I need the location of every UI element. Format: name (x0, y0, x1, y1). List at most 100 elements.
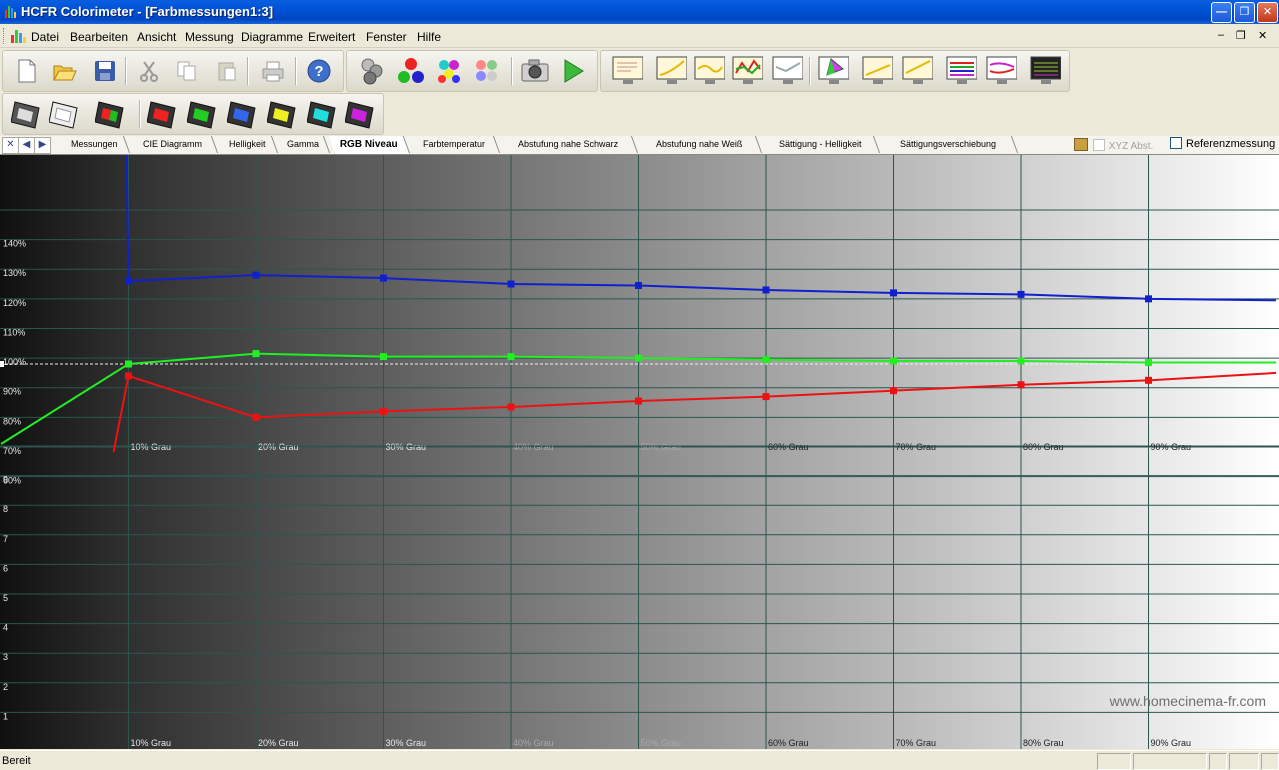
gamma-view-icon[interactable] (693, 55, 725, 87)
menu-datei[interactable]: Datei (31, 30, 59, 44)
blue-series-point (635, 281, 642, 289)
red-series-point (1017, 381, 1025, 389)
open-folder-icon[interactable] (49, 55, 81, 87)
green-series-point (890, 357, 897, 365)
menu-hilfe[interactable]: Hilfe (417, 30, 441, 44)
new-file-icon[interactable] (11, 55, 43, 87)
toolbar-separator (511, 57, 513, 85)
monitor-view-icon[interactable] (1029, 55, 1061, 87)
reference-marker (0, 361, 4, 368)
tab-cie-diagramm[interactable]: CIE Diagramm (128, 136, 219, 153)
tab-abstufung-nahe-weiss[interactable]: Abstufung nahe Weiß (636, 136, 763, 153)
green-series-point (635, 354, 642, 362)
measure-secondaries-icon[interactable] (433, 55, 465, 87)
film-white-icon[interactable] (49, 98, 81, 130)
y-tick-label: 70% (3, 446, 21, 456)
mdi-restore-button[interactable]: ❐ (1236, 29, 1246, 42)
measure-all-icon[interactable] (471, 55, 503, 87)
menu-erweitert[interactable]: Erweitert (308, 30, 355, 44)
xyz-abst-toggle[interactable]: XYZ Abst. (1074, 138, 1153, 152)
document-icon[interactable] (11, 29, 26, 43)
mdi-minimize-button[interactable]: – (1218, 29, 1224, 41)
tab-saettigungsverschiebung[interactable]: Sättigungsverschiebung (878, 136, 1019, 153)
mdi-close-button[interactable]: ✕ (1258, 29, 1267, 42)
y-tick-label: 7 (3, 534, 8, 544)
blue-series-point (380, 274, 387, 282)
view-tab-bar: ✕ ◀ ▶ Messungen CIE Diagramm Helligkeit … (0, 136, 1279, 155)
cie-view-icon[interactable] (817, 55, 849, 87)
film-green-icon[interactable] (187, 98, 219, 130)
rgb-levels-view-icon[interactable] (731, 55, 763, 87)
print-icon[interactable] (257, 55, 289, 87)
x-tick-label: 50% Grau (641, 442, 682, 452)
status-pane (1097, 753, 1131, 770)
reference-toggle[interactable]: Referenzmessung (1170, 137, 1275, 150)
tab-next-icon[interactable]: ▶ (34, 137, 51, 154)
tab-saettigung-helligkeit[interactable]: Sättigung - Helligkeit (760, 136, 881, 153)
copy-icon[interactable] (171, 55, 203, 87)
measure-grey-icon[interactable] (357, 55, 389, 87)
play-icon[interactable] (557, 55, 589, 87)
saturation-view-icon[interactable] (945, 55, 977, 87)
x-tick-label: 90% Grau (1151, 738, 1192, 748)
tab-abstufung-nahe-schwarz[interactable]: Abstufung nahe Schwarz (498, 136, 639, 153)
close-button[interactable]: ✕ (1257, 2, 1278, 23)
xyz-abst-checkbox[interactable] (1092, 139, 1105, 151)
menu-grip (3, 28, 7, 44)
status-bar: Bereit (0, 750, 1279, 770)
cut-icon[interactable] (133, 55, 165, 87)
red-series-point (507, 403, 515, 411)
camera-icon[interactable] (519, 55, 551, 87)
y-tick-label: 9 (3, 475, 8, 485)
luminance-view-icon[interactable] (655, 55, 687, 87)
film-red-icon[interactable] (147, 98, 179, 130)
reference-checkbox[interactable] (1170, 137, 1182, 149)
film-blue-icon[interactable] (227, 98, 259, 130)
blue-series-point (507, 280, 515, 288)
green-series-point (125, 360, 132, 368)
menu-ansicht[interactable]: Ansicht (137, 30, 176, 44)
near-white-view-icon[interactable] (901, 55, 933, 87)
x-tick-label: 60% Grau (768, 738, 809, 748)
film-magenta-icon[interactable] (345, 98, 377, 130)
film-yellow-icon[interactable] (267, 98, 299, 130)
data-view-icon[interactable] (611, 55, 643, 87)
green-series-point (252, 350, 260, 358)
status-text: Bereit (2, 755, 31, 767)
y-tick-label: 5 (3, 593, 8, 603)
paste-icon[interactable] (211, 55, 243, 87)
menu-diagramme[interactable]: Diagramme (241, 30, 303, 44)
tab-helligkeit[interactable]: Helligkeit (216, 136, 279, 153)
y-tick-label: 110% (3, 327, 25, 337)
temperature-view-icon[interactable] (771, 55, 803, 87)
film-rgb-icon[interactable] (95, 98, 127, 130)
minimize-button[interactable]: — (1211, 2, 1232, 23)
film-grey-icon[interactable] (11, 98, 43, 130)
saturation-shift-view-icon[interactable] (985, 55, 1017, 87)
x-tick-label: 30% Grau (386, 442, 427, 452)
menu-bearbeiten[interactable]: Bearbeiten (70, 30, 128, 44)
svg-text:?: ? (314, 63, 323, 80)
tab-gamma[interactable]: Gamma (276, 136, 331, 153)
film-cyan-icon[interactable] (307, 98, 339, 130)
tab-rgb-niveau[interactable]: RGB Niveau (328, 136, 411, 154)
status-pane (1229, 753, 1259, 770)
tab-close-icon[interactable]: ✕ (2, 137, 19, 154)
tab-prev-icon[interactable]: ◀ (18, 137, 35, 154)
restore-button[interactable]: ❐ (1234, 2, 1255, 23)
view-toolbar (600, 50, 1070, 92)
help-icon[interactable]: ? (303, 55, 335, 87)
menu-fenster[interactable]: Fenster (366, 30, 407, 44)
palette-icon (1074, 138, 1088, 151)
y-tick-label: 80% (3, 416, 21, 426)
save-icon[interactable] (89, 55, 121, 87)
measure-primaries-icon[interactable] (395, 55, 427, 87)
red-series-point (252, 413, 260, 421)
y-tick-label: 3 (3, 652, 8, 662)
menu-messung[interactable]: Messung (185, 30, 234, 44)
tab-farbtemperatur[interactable]: Farbtemperatur (408, 136, 501, 153)
x-tick-label: 80% Grau (1023, 738, 1064, 748)
status-pane (1209, 753, 1227, 770)
tab-messungen[interactable]: Messungen (58, 136, 131, 153)
near-black-view-icon[interactable] (861, 55, 893, 87)
